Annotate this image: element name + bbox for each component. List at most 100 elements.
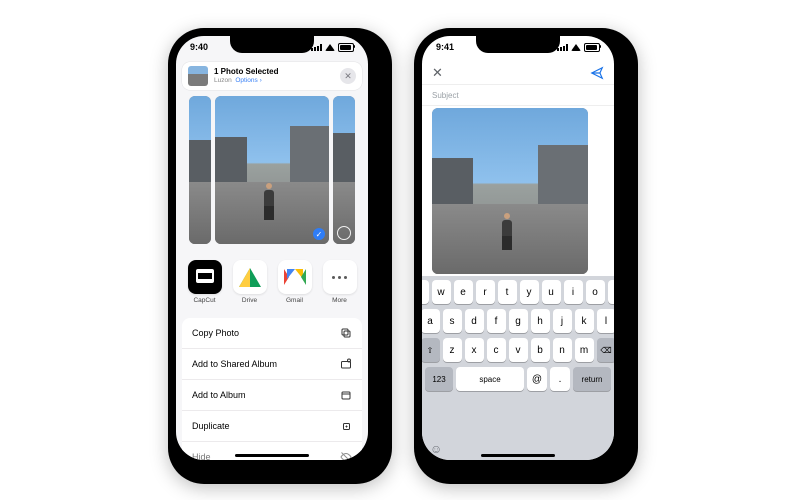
share-header-text: 1 Photo Selected Luzon Options › xyxy=(214,68,334,84)
key-d[interactable]: d xyxy=(465,309,484,333)
duplicate-icon xyxy=(340,420,352,432)
action-label: Copy Photo xyxy=(192,328,239,338)
key-j[interactable]: j xyxy=(553,309,572,333)
action-duplicate[interactable]: Duplicate xyxy=(182,411,362,442)
subject-placeholder: Subject xyxy=(432,91,459,100)
share-app-capcut[interactable]: CapCut xyxy=(188,260,222,304)
ios-keyboard[interactable]: q w e r t y u i o p a s d f g h xyxy=(422,276,614,460)
key-p[interactable]: p xyxy=(608,280,615,304)
key-123[interactable]: 123 xyxy=(425,367,453,391)
device-notch xyxy=(230,36,314,53)
close-icon: ✕ xyxy=(344,71,352,82)
key-c[interactable]: c xyxy=(487,338,506,362)
photo-next[interactable] xyxy=(333,96,355,244)
key-b[interactable]: b xyxy=(531,338,550,362)
close-button[interactable]: ✕ xyxy=(340,68,356,84)
share-header: 1 Photo Selected Luzon Options › ✕ xyxy=(182,62,362,90)
copy-icon xyxy=(340,327,352,339)
close-compose-button[interactable]: ✕ xyxy=(432,65,443,81)
action-label: Add to Shared Album xyxy=(192,359,277,369)
home-indicator[interactable] xyxy=(481,454,555,457)
key-s[interactable]: s xyxy=(443,309,462,333)
action-label: Duplicate xyxy=(192,421,230,431)
key-m[interactable]: m xyxy=(575,338,594,362)
key-delete[interactable]: ⌫ xyxy=(597,338,615,362)
google-drive-icon xyxy=(233,260,267,294)
status-time: 9:41 xyxy=(436,42,454,52)
key-t[interactable]: t xyxy=(498,280,517,304)
action-add-shared-album[interactable]: Add to Shared Album xyxy=(182,349,362,380)
key-i[interactable]: i xyxy=(564,280,583,304)
phone-share-sheet: 9:40 1 Photo Selected Luzon Options › xyxy=(168,28,392,484)
share-app-more[interactable]: More xyxy=(323,260,357,304)
keyboard-row-3: ⇧ z x c v b n m ⌫ xyxy=(425,338,611,362)
subject-field[interactable]: Subject xyxy=(422,84,614,106)
key-space[interactable]: space xyxy=(456,367,524,391)
compose-toolbar: ✕ xyxy=(422,62,614,84)
key-l[interactable]: l xyxy=(597,309,615,333)
key-return[interactable]: return xyxy=(573,367,611,391)
photo-subject-person xyxy=(501,213,513,247)
share-app-label: CapCut xyxy=(193,297,215,304)
album-icon xyxy=(340,389,352,401)
share-apps-row[interactable]: CapCut Drive Gmail More xyxy=(180,254,364,310)
home-indicator[interactable] xyxy=(235,454,309,457)
hide-icon xyxy=(340,451,352,460)
selection-ring-icon[interactable] xyxy=(337,226,351,240)
key-w[interactable]: w xyxy=(432,280,451,304)
share-app-label: Drive xyxy=(242,297,257,304)
key-q[interactable]: q xyxy=(422,280,429,304)
key-u[interactable]: u xyxy=(542,280,561,304)
gmail-icon xyxy=(278,260,312,294)
key-x[interactable]: x xyxy=(465,338,484,362)
key-r[interactable]: r xyxy=(476,280,495,304)
key-v[interactable]: v xyxy=(509,338,528,362)
action-copy-photo[interactable]: Copy Photo xyxy=(182,318,362,349)
attached-photo[interactable] xyxy=(432,108,588,274)
key-a[interactable]: a xyxy=(422,309,440,333)
key-o[interactable]: o xyxy=(586,280,605,304)
action-hide[interactable]: Hide xyxy=(182,442,362,460)
share-actions-list: Copy Photo Add to Shared Album Add to Al… xyxy=(182,318,362,460)
send-button[interactable] xyxy=(590,66,604,80)
key-shift[interactable]: ⇧ xyxy=(422,338,440,362)
key-z[interactable]: z xyxy=(443,338,462,362)
share-subtitle: Luzon Options › xyxy=(214,77,334,84)
keyboard-row-2: a s d f g h j k l xyxy=(425,309,611,333)
photo-selected[interactable]: ✓ xyxy=(215,96,329,244)
action-add-album[interactable]: Add to Album xyxy=(182,380,362,411)
selection-check-icon[interactable]: ✓ xyxy=(313,228,325,240)
status-icons xyxy=(557,43,600,52)
key-k[interactable]: k xyxy=(575,309,594,333)
selected-photo-thumbnail xyxy=(188,66,208,86)
wifi-icon xyxy=(571,44,581,51)
key-n[interactable]: n xyxy=(553,338,572,362)
key-g[interactable]: g xyxy=(509,309,528,333)
emoji-keyboard-button[interactable]: ☺ xyxy=(430,442,442,456)
photo-subject-person xyxy=(263,183,275,217)
key-h[interactable]: h xyxy=(531,309,550,333)
key-e[interactable]: e xyxy=(454,280,473,304)
device-notch xyxy=(476,36,560,53)
shared-album-icon xyxy=(340,358,352,370)
photo-prev[interactable] xyxy=(189,96,211,244)
action-label: Add to Album xyxy=(192,390,246,400)
share-app-label: More xyxy=(332,297,347,304)
share-app-gmail[interactable]: Gmail xyxy=(278,260,312,304)
key-dot[interactable]: . xyxy=(550,367,570,391)
battery-icon xyxy=(584,43,600,52)
keyboard-row-1: q w e r t y u i o p xyxy=(425,280,611,304)
action-label: Hide xyxy=(192,452,211,460)
wifi-icon xyxy=(325,44,335,51)
key-y[interactable]: y xyxy=(520,280,539,304)
options-link[interactable]: Options › xyxy=(235,77,261,84)
photo-carousel[interactable]: ✓ xyxy=(176,96,368,244)
share-app-drive[interactable]: Drive xyxy=(233,260,267,304)
key-at[interactable]: @ xyxy=(527,367,547,391)
phone-gmail-compose: 9:41 ✕ Subject xyxy=(414,28,638,484)
key-f[interactable]: f xyxy=(487,309,506,333)
more-icon xyxy=(323,260,357,294)
status-icons xyxy=(311,43,354,52)
send-icon xyxy=(590,66,604,80)
battery-icon xyxy=(338,43,354,52)
